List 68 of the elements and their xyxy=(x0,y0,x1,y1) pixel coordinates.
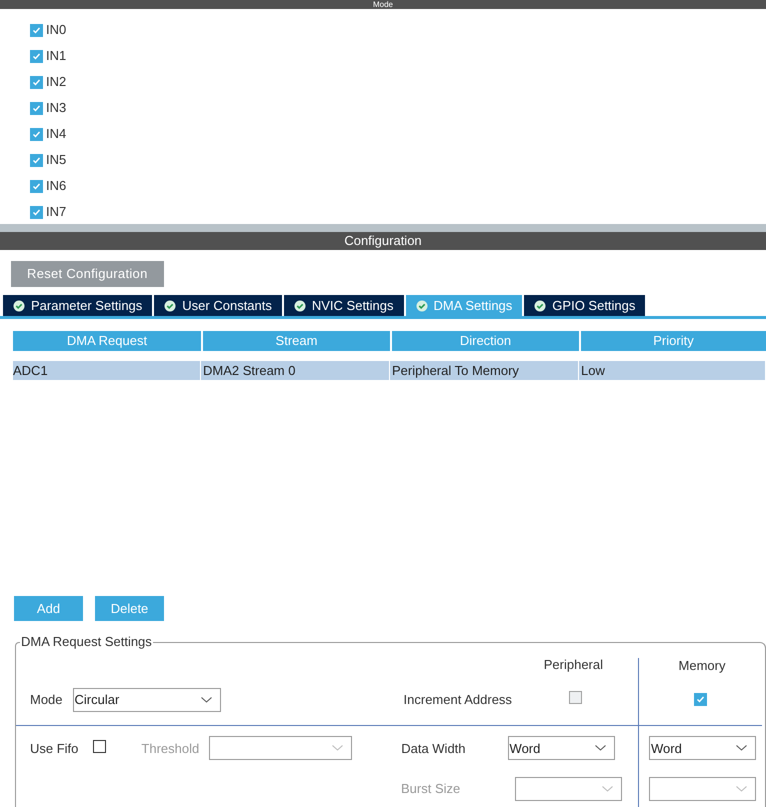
channel-label: IN2 xyxy=(46,73,66,92)
field-label: Burst Size xyxy=(401,780,460,798)
column-header: Direction xyxy=(392,331,579,351)
channel-label: IN4 xyxy=(46,125,66,144)
memory-header: Memory xyxy=(678,656,726,675)
checkbox[interactable] xyxy=(30,24,43,36)
column-header: Priority xyxy=(581,331,766,351)
checkmark-icon xyxy=(32,156,41,164)
column-header: Stream xyxy=(203,331,390,351)
checkbox[interactable] xyxy=(30,154,43,166)
table-cell: Peripheral To Memory xyxy=(392,361,579,380)
peripheral-header: Peripheral xyxy=(544,656,603,674)
chevron-down-icon xyxy=(200,696,212,703)
chevron-down-icon xyxy=(332,745,344,752)
dropdown[interactable] xyxy=(209,736,352,760)
column-header: DMA Request xyxy=(13,331,201,351)
panel-title: Mode xyxy=(372,1,393,9)
chevron-down-icon xyxy=(736,786,747,792)
checkmark-icon xyxy=(696,695,705,704)
channel-label: IN0 xyxy=(46,21,66,40)
check-circle-icon xyxy=(294,300,306,312)
tab[interactable]: GPIO Settings xyxy=(524,295,646,316)
channel-label: IN7 xyxy=(46,203,66,222)
checkmark-icon xyxy=(32,52,41,60)
chevron-down-icon xyxy=(594,745,606,752)
tab[interactable]: NVIC Settings xyxy=(284,295,404,316)
check-circle-icon xyxy=(164,300,176,312)
checkbox[interactable] xyxy=(93,740,106,753)
table-cell: Low xyxy=(581,361,766,380)
checkmark-icon xyxy=(32,26,41,34)
check-circle-icon xyxy=(13,300,25,312)
channel-label: IN3 xyxy=(46,99,66,118)
checkbox[interactable] xyxy=(30,76,43,88)
channel-label: IN5 xyxy=(46,151,66,170)
checkbox[interactable] xyxy=(30,102,43,114)
checkmark-icon xyxy=(32,208,41,216)
channel-label: IN1 xyxy=(46,47,66,66)
dropdown[interactable] xyxy=(649,777,756,802)
tab[interactable]: User Constants xyxy=(154,295,282,316)
table-cell: DMA2 Stream 0 xyxy=(203,361,390,380)
group-title: DMA Request Settings xyxy=(20,634,153,650)
checkbox[interactable] xyxy=(30,128,43,140)
dropdown[interactable]: Circular xyxy=(72,688,221,712)
tab[interactable]: Parameter Settings xyxy=(3,295,152,316)
checkbox[interactable] xyxy=(30,206,43,218)
field-label: Data Width xyxy=(401,740,466,758)
table-cell: ADC1 xyxy=(13,361,201,380)
panel-title: Configuration xyxy=(344,232,422,250)
chevron-down-icon xyxy=(602,786,614,792)
checkbox[interactable] xyxy=(30,50,43,62)
field-label: Use Fifo xyxy=(30,740,78,758)
field-label: Threshold xyxy=(141,740,200,758)
chevron-down-icon xyxy=(736,745,747,752)
dropdown[interactable] xyxy=(515,777,622,802)
checkbox[interactable] xyxy=(694,693,707,706)
checkmark-icon xyxy=(32,104,41,112)
checkbox[interactable] xyxy=(30,180,43,192)
checkmark-icon xyxy=(32,78,41,86)
channel-label: IN6 xyxy=(46,177,66,196)
field-label: Mode xyxy=(30,690,63,709)
dropdown[interactable]: Word xyxy=(649,736,756,760)
dropdown[interactable]: Word xyxy=(508,736,615,760)
checkmark-icon xyxy=(32,130,41,138)
check-circle-icon xyxy=(534,300,546,312)
table-row[interactable]: ADC1 DMA2 Stream 0 Peripheral To Memory Low xyxy=(13,361,766,380)
field-label: Increment Address xyxy=(404,690,512,709)
check-circle-icon xyxy=(416,300,428,312)
checkmark-icon xyxy=(32,182,41,190)
